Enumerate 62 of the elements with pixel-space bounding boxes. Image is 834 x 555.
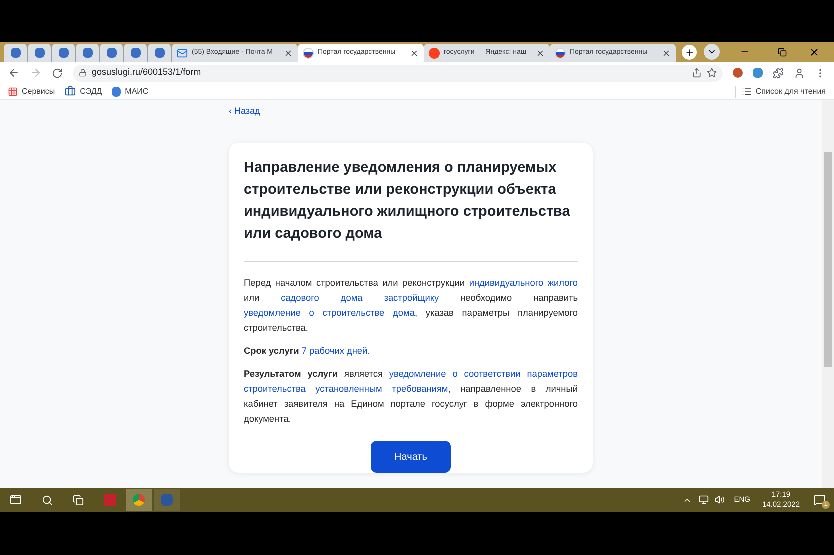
site-icon [130, 48, 140, 58]
url-text: gosuslugi.ru/600153/1/form [92, 66, 202, 80]
flag-icon [555, 48, 566, 58]
description-text: Срок услуги 7 рабочих дней. [244, 345, 372, 358]
pinned-tab[interactable] [148, 44, 172, 62]
close-icon[interactable] [662, 48, 671, 58]
lock-icon [79, 69, 87, 77]
reading-list-label: Список для чтения [756, 86, 826, 98]
pinned-tab[interactable] [4, 44, 28, 62]
address-bar[interactable]: gosuslugi.ru/600153/1/form [73, 64, 723, 82]
description-text: Результатом услуги является уведомление о соответствии параметров строительства установленным требованиям, направленное в личный кабинет заявителя на Едином портале госуслуг в форме электронного документа. [244, 368, 578, 426]
info-link[interactable]: индивидуального [469, 278, 544, 288]
site-icon [82, 48, 92, 58]
site-icon [58, 48, 68, 58]
close-icon[interactable] [284, 48, 293, 58]
close-icon[interactable] [536, 48, 545, 58]
site-icon [154, 48, 164, 58]
close-icon[interactable] [410, 48, 419, 58]
envelope-icon [177, 48, 188, 58]
pinned-tab[interactable] [28, 44, 52, 62]
apps-grid-icon [8, 86, 18, 96]
search-icon[interactable] [42, 494, 53, 506]
info-link[interactable]: строительства установленным требованиям [244, 384, 448, 394]
info-link[interactable]: уведомление о строительстве дома [244, 308, 415, 318]
new-tab-button[interactable] [682, 45, 697, 60]
bookmark-star-icon[interactable] [707, 68, 717, 78]
info-link[interactable]: 7 рабочих дней. [302, 346, 370, 356]
extensions-icon[interactable] [773, 68, 784, 78]
service-title: Направление уведомления о планируемых строительстве или реконструкции объекта индивидуального жилищного строительства или садового дома [244, 157, 578, 262]
profile-icon[interactable] [794, 68, 805, 78]
bookmark[interactable]: СЭДД [80, 86, 102, 98]
restore-icon[interactable] [778, 48, 787, 57]
info-link[interactable]: жилого [548, 278, 578, 288]
reload-icon[interactable] [52, 68, 63, 78]
yandex-logo-icon [429, 48, 440, 58]
briefcase-icon [65, 86, 76, 97]
flag-icon [303, 48, 314, 58]
site-icon [34, 48, 44, 58]
close-window-icon[interactable] [809, 47, 820, 58]
pinned-tab[interactable] [52, 44, 76, 62]
info-link[interactable]: уведомление о соответствии параметров [389, 369, 578, 379]
start-button[interactable]: Начать [371, 441, 451, 473]
site-icon [10, 48, 20, 58]
bookmark[interactable]: Сервисы [22, 86, 56, 98]
notifications-icon[interactable] [814, 494, 826, 506]
reading-list[interactable]: Список для чтения [734, 86, 826, 98]
back-link[interactable]: ‹ Назад [229, 106, 260, 116]
volume-icon[interactable] [715, 495, 726, 505]
bookmark[interactable]: МАИС [125, 86, 149, 98]
network-icon[interactable] [699, 495, 710, 505]
task-view-icon[interactable] [73, 494, 84, 506]
site-icon [106, 48, 116, 58]
plus-icon [684, 48, 694, 58]
pinned-tab[interactable] [76, 44, 100, 62]
logo-icon [112, 86, 122, 96]
info-link[interactable]: садового дома застройщику [281, 293, 440, 303]
back-icon[interactable] [8, 67, 20, 79]
description-text: Перед началом строительства или реконструкции индивидуального жилого или садового дома застройщику необходимо направить уведомление о строительстве дома, указав параметры планируемого строительства. [244, 277, 578, 335]
pinned-tab[interactable] [100, 44, 124, 62]
share-icon[interactable] [692, 68, 702, 78]
tab-search-button[interactable] [704, 44, 720, 60]
pinned-tab[interactable] [124, 44, 148, 62]
